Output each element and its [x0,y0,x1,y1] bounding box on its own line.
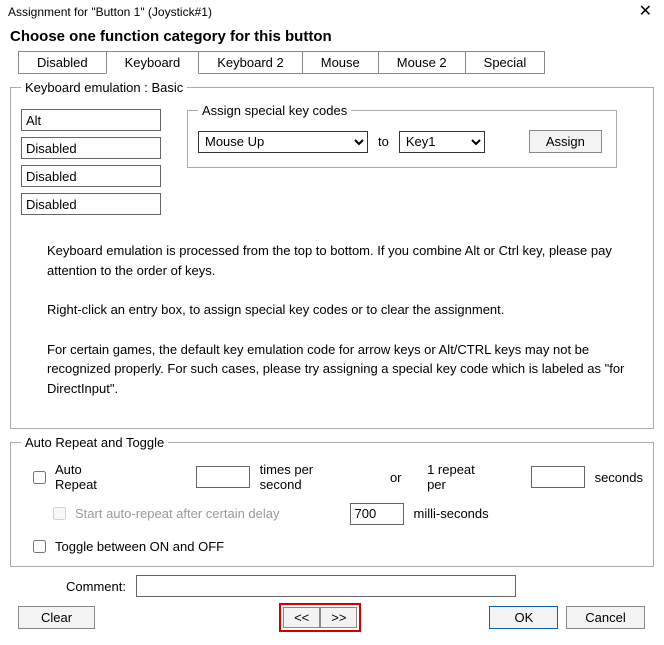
tab-special[interactable]: Special [465,51,546,74]
seconds-label: seconds [595,470,643,485]
comment-label: Comment: [10,579,130,594]
ms-label: milli-seconds [414,506,489,521]
key4-input[interactable] [21,193,161,215]
window-title: Assignment for "Button 1" (Joystick#1) [8,5,212,19]
auto-repeat-label: Auto Repeat [55,462,120,492]
prev-button[interactable]: << [283,607,320,628]
close-icon[interactable]: ✕ [635,4,656,20]
tab-mouse[interactable]: Mouse [302,51,379,74]
toggle-label: Toggle between ON and OFF [55,539,224,554]
next-button[interactable]: >> [320,607,357,628]
tps-label: times per second [260,462,352,492]
auto-repeat-legend: Auto Repeat and Toggle [21,435,168,450]
start-delay-label: Start auto-repeat after certain delay [75,506,280,521]
keyboard-emulation-legend: Keyboard emulation : Basic [21,80,187,95]
delay-ms-input[interactable] [350,503,404,525]
special-keycodes-group: Assign special key codes Mouse Up to Key… [187,103,617,168]
auto-repeat-checkbox[interactable] [33,471,46,484]
or-label: or [390,470,402,485]
keyboard-emulation-group: Keyboard emulation : Basic Assign specia… [10,80,654,429]
toggle-checkbox-row[interactable]: Toggle between ON and OFF [29,537,224,556]
special-slot-select[interactable]: Key1 [399,131,485,153]
desc-line-3: For certain games, the default key emula… [47,340,635,399]
cancel-button[interactable]: Cancel [566,606,644,629]
page-heading: Choose one function category for this bu… [0,22,664,51]
tab-keyboard[interactable]: Keyboard [106,51,200,74]
toggle-checkbox[interactable] [33,540,46,553]
tab-strip: Disabled Keyboard Keyboard 2 Mouse Mouse… [0,51,664,74]
auto-repeat-checkbox-row[interactable]: Auto Repeat [29,462,120,492]
key2-input[interactable] [21,137,161,159]
clear-button[interactable]: Clear [18,606,95,629]
comment-input[interactable] [136,575,516,597]
desc-line-1: Keyboard emulation is processed from the… [47,241,635,280]
tab-keyboard2[interactable]: Keyboard 2 [198,51,303,74]
key1-input[interactable] [21,109,161,131]
description-block: Keyboard emulation is processed from the… [47,241,635,398]
key3-input[interactable] [21,165,161,187]
times-per-second-input[interactable] [196,466,250,488]
ok-button[interactable]: OK [489,606,558,629]
assign-button[interactable]: Assign [529,130,602,153]
desc-line-2: Right-click an entry box, to assign spec… [47,300,635,320]
auto-repeat-group: Auto Repeat and Toggle Auto Repeat times… [10,435,654,567]
one-repeat-label: 1 repeat per [427,462,492,492]
special-keycodes-legend: Assign special key codes [198,103,351,118]
special-code-select[interactable]: Mouse Up [198,131,368,153]
start-delay-checkbox-row: Start auto-repeat after certain delay [49,504,280,523]
tab-disabled[interactable]: Disabled [18,51,107,74]
titlebar: Assignment for "Button 1" (Joystick#1) ✕ [0,0,664,22]
tab-mouse2[interactable]: Mouse 2 [378,51,466,74]
seconds-input[interactable] [531,466,585,488]
nav-buttons-highlight: << >> [279,603,361,632]
start-delay-checkbox [53,507,66,520]
to-label: to [378,134,389,149]
